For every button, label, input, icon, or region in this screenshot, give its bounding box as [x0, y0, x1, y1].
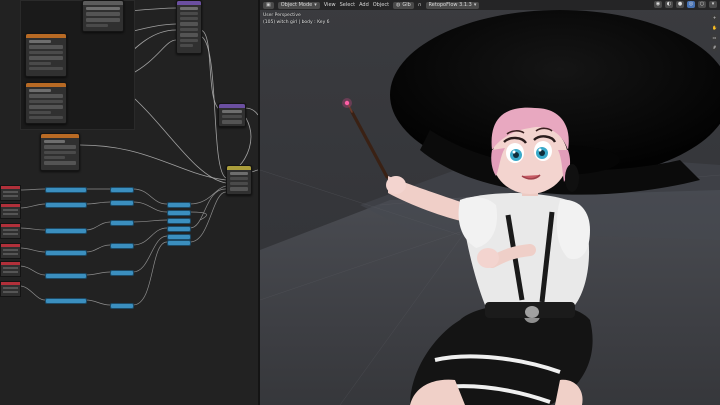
math-node[interactable]: [167, 226, 191, 232]
overlay-icon[interactable]: ◐: [665, 1, 673, 8]
math-node[interactable]: [45, 250, 87, 256]
material-output-node[interactable]: [226, 165, 252, 195]
math-node[interactable]: [110, 187, 134, 193]
magnet-icon: ∩: [417, 2, 422, 8]
eye-icon[interactable]: ◉: [654, 1, 662, 8]
snap-toggle[interactable]: ∩: [418, 2, 422, 8]
3d-viewport[interactable]: ▣ Object Mode ▾ View Select Add Object ◍…: [260, 0, 720, 405]
grid-icon[interactable]: #: [711, 44, 718, 51]
navigation-gizmo: + ✋ ▭ #: [711, 14, 718, 51]
hand-icon[interactable]: ✋: [711, 24, 718, 31]
mix-shader-node[interactable]: [218, 103, 246, 127]
shading-render-icon[interactable]: ○: [698, 1, 706, 8]
texture-node[interactable]: [25, 33, 67, 77]
menu-add[interactable]: Add: [359, 2, 369, 8]
view-name: User Perspective: [263, 13, 301, 18]
retopoflow-button[interactable]: RetopoFlow 3.1.3 ▾: [425, 1, 480, 9]
node-editor[interactable]: [0, 0, 258, 405]
shading-toolbar: ◉ ◐ ● ◎ ○ ▾: [654, 1, 717, 8]
math-node[interactable]: [110, 303, 134, 309]
value-input-node[interactable]: [0, 281, 21, 297]
zoom-icon[interactable]: +: [711, 14, 718, 21]
math-node[interactable]: [110, 200, 134, 206]
viewport-scene: [260, 0, 720, 405]
object-info: (105) witch girl | body : Key 6: [263, 20, 330, 25]
value-input-node[interactable]: [0, 185, 21, 201]
globe-icon: ◍: [396, 2, 401, 8]
value-input-node[interactable]: [0, 223, 21, 239]
math-node[interactable]: [45, 273, 87, 279]
value-input-node[interactable]: [0, 203, 21, 219]
math-node[interactable]: [167, 202, 191, 208]
transform-orientation-dropdown[interactable]: ◍ Glb: [393, 1, 414, 9]
value-input-node[interactable]: [0, 261, 21, 277]
shading-solid-icon[interactable]: ●: [676, 1, 684, 8]
math-node[interactable]: [167, 210, 191, 216]
math-node[interactable]: [45, 298, 87, 304]
math-node[interactable]: [110, 243, 134, 249]
chevron-down-icon[interactable]: ▾: [709, 1, 717, 8]
value-input-node[interactable]: [0, 243, 21, 259]
math-node[interactable]: [110, 220, 134, 226]
math-node[interactable]: [167, 218, 191, 224]
math-node[interactable]: [45, 228, 87, 234]
math-node[interactable]: [110, 270, 134, 276]
menu-select[interactable]: Select: [340, 2, 355, 8]
image-texture-node[interactable]: [82, 0, 124, 32]
math-node[interactable]: [167, 240, 191, 246]
chevron-down-icon: ▾: [314, 2, 317, 8]
principled-bsdf-node[interactable]: [176, 0, 202, 54]
mode-dropdown[interactable]: Object Mode ▾: [277, 1, 320, 9]
color-ramp-node[interactable]: [40, 133, 80, 171]
menu-view[interactable]: View: [324, 2, 336, 8]
menu-object[interactable]: Object: [373, 2, 389, 8]
texture-node-2[interactable]: [25, 82, 67, 124]
chevron-down-icon: ▾: [473, 2, 477, 8]
editor-type-dropdown[interactable]: ▣: [263, 1, 274, 9]
math-node[interactable]: [45, 202, 87, 208]
shading-material-icon[interactable]: ◎: [687, 1, 695, 8]
math-node[interactable]: [45, 187, 87, 193]
cube-icon: ▣: [266, 2, 271, 8]
viewport-header: ▣ Object Mode ▾ View Select Add Object ◍…: [260, 0, 720, 10]
camera-icon[interactable]: ▭: [711, 34, 718, 41]
